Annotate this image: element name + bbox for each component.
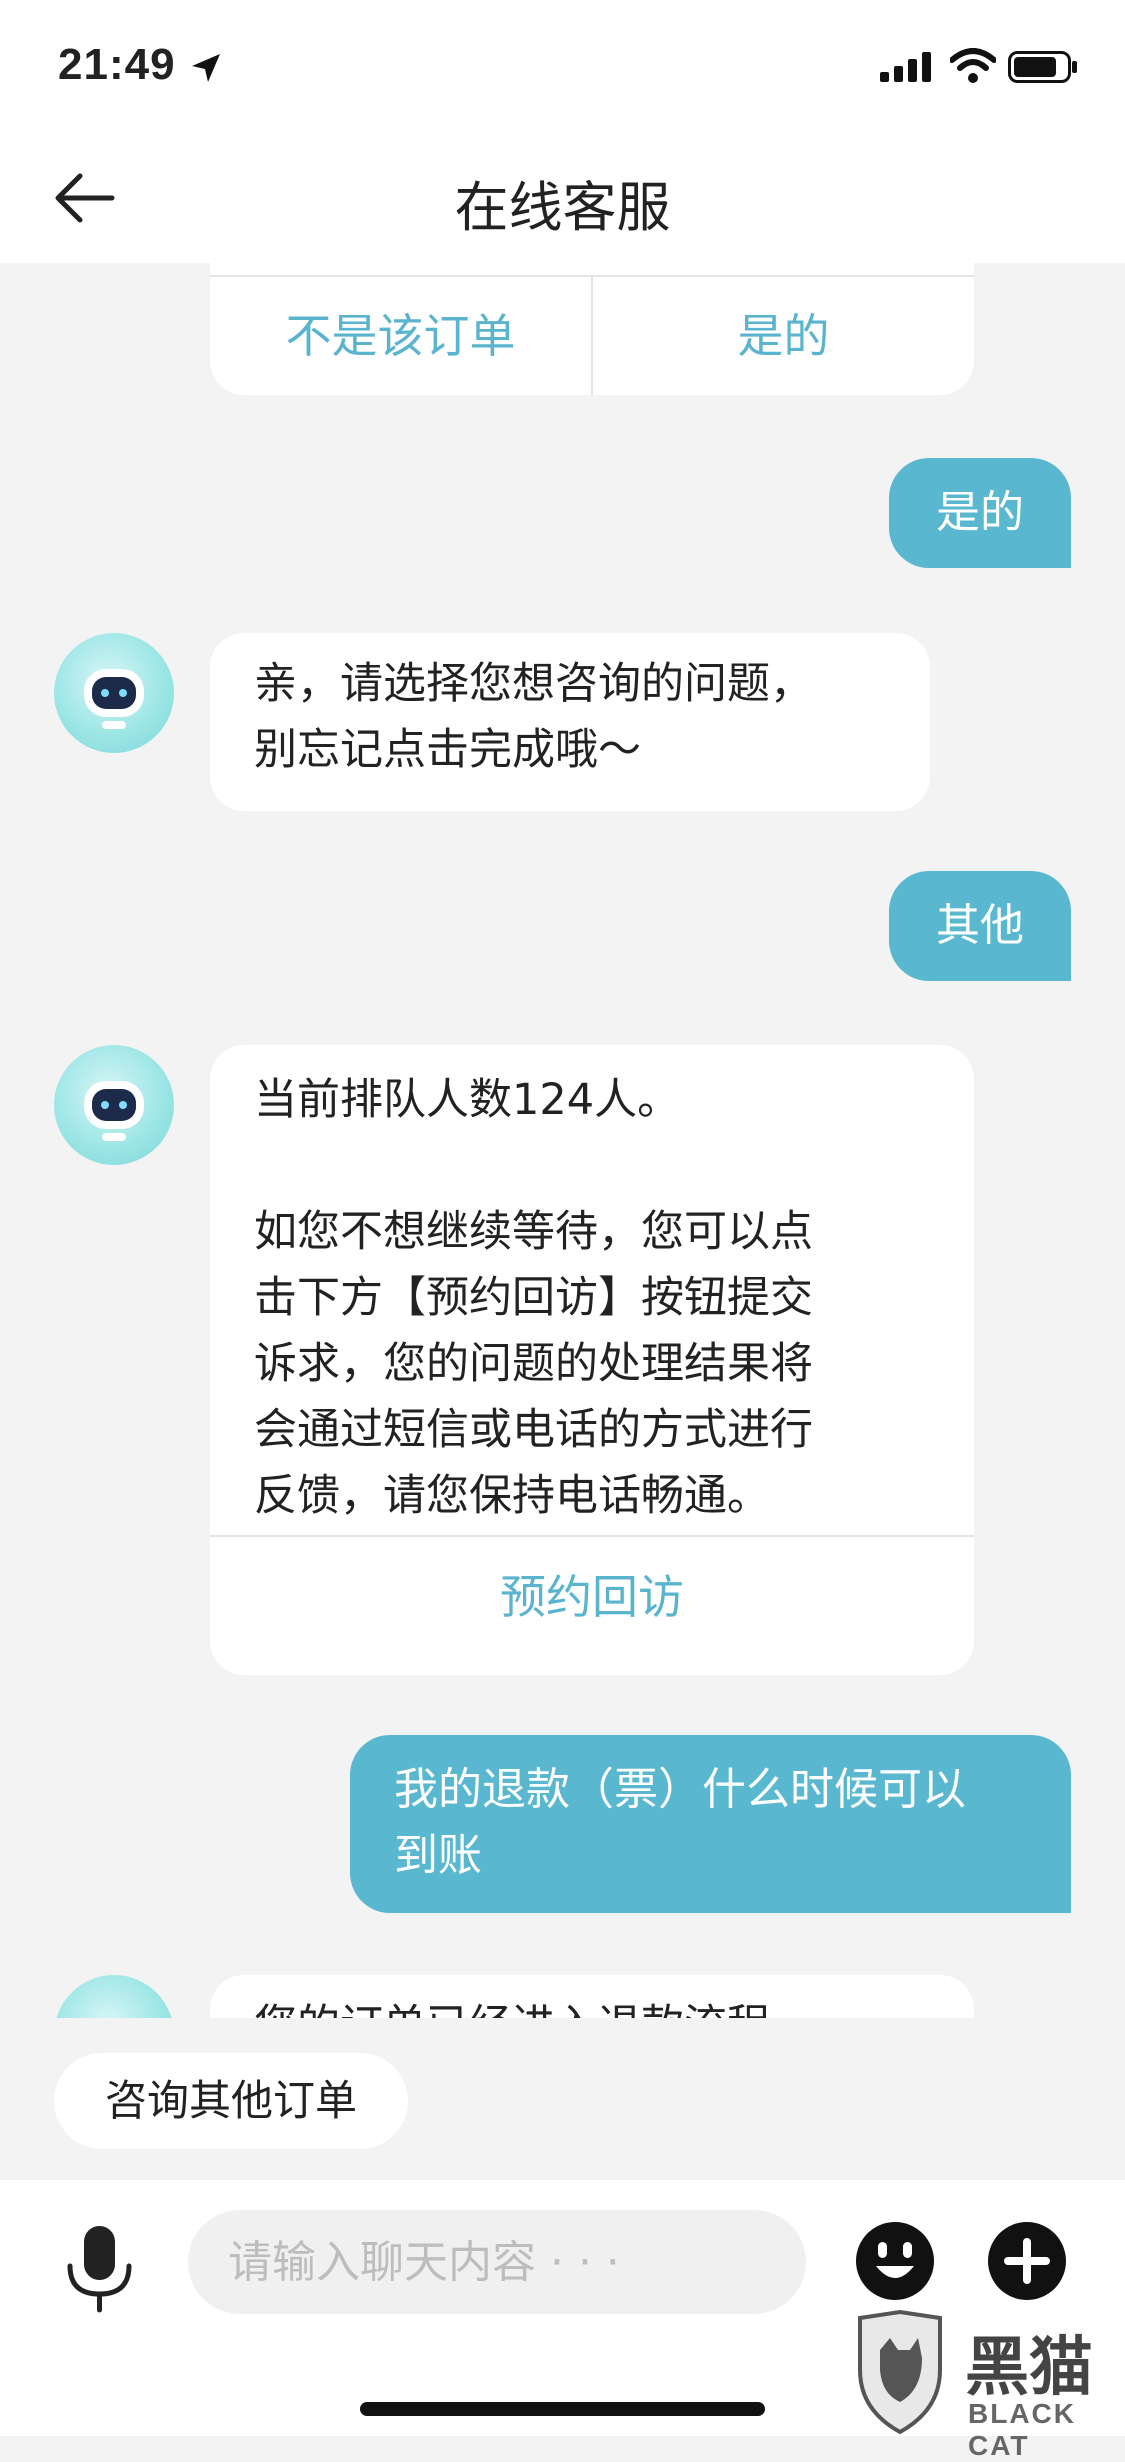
robot-face-icon [84, 669, 144, 729]
robot-avatar-icon [54, 1975, 174, 2018]
user-message: 我的退款（票）什么时候可以 到账 [350, 1735, 1071, 1913]
robot-avatar-icon [54, 633, 174, 753]
chat-input[interactable] [188, 2210, 806, 2314]
order-confirm-options: 不是该订单 是的 [210, 275, 974, 395]
watermark: 黑猫 BLACK CAT [850, 2309, 1125, 2461]
robot-avatar-icon [54, 1045, 174, 1165]
user-message-line: 到账 [394, 1830, 482, 1881]
robot-face-icon [84, 1081, 144, 1141]
bot-message-line: 击下方【预约回访】按钮提交 [254, 1273, 813, 1323]
user-message-text: 其他 [936, 900, 1024, 951]
bot-message-queue: 当前排队人数124人。 如您不想继续等待，您可以点 击下方【预约回访】按钮提交 … [210, 1045, 974, 1675]
not-this-order-button[interactable]: 不是该订单 [210, 277, 591, 395]
schedule-callback-button[interactable]: 预约回访 [210, 1537, 974, 1675]
bot-message: 您的订单已经进入退款流程 [210, 1975, 974, 2018]
battery-icon [1008, 51, 1077, 83]
bot-message-line: 诉求，您的问题的处理结果将 [254, 1339, 813, 1389]
consult-other-order-button[interactable]: 咨询其他订单 [54, 2053, 408, 2149]
location-arrow-icon [192, 54, 220, 82]
bot-message-line: 会通过短信或电话的方式进行 [254, 1405, 813, 1455]
microphone-icon[interactable] [62, 2224, 137, 2314]
signal-icon [880, 52, 931, 82]
user-message: 是的 [889, 458, 1071, 568]
page-title: 在线客服 [454, 176, 671, 239]
bot-message-line: 您的订单已经进入退款流程 [254, 1993, 974, 2018]
user-message-text: 是的 [936, 487, 1024, 538]
wifi-icon [950, 48, 996, 83]
user-message: 其他 [889, 871, 1071, 981]
watermark-sub: BLACK CAT [968, 2398, 1076, 2461]
bot-message-body: 当前排队人数124人。 如您不想继续等待，您可以点 击下方【预约回访】按钮提交 … [210, 1045, 974, 1535]
queue-count-text: 当前排队人数124人。 [254, 1075, 681, 1125]
plus-icon[interactable] [986, 2220, 1068, 2302]
bot-message-actions: 预约回访 [210, 1535, 974, 1675]
status-time: 21:49 [58, 40, 176, 89]
watermark-brand: 黑猫 [965, 2331, 1093, 2405]
bot-message-line: 反馈，请您保持电话畅通。 [254, 1471, 770, 1521]
bot-message-line: 别忘记点击完成哦～ [254, 725, 641, 775]
order-confirm-card: 不是该订单 是的 [210, 263, 974, 395]
cat-shield-logo-icon [858, 2309, 942, 2435]
yes-button[interactable]: 是的 [591, 277, 974, 395]
user-message-line: 我的退款（票）什么时候可以 [394, 1764, 966, 1815]
bot-message-line: 如您不想继续等待，您可以点 [254, 1207, 813, 1257]
chat-area[interactable]: 不是该订单 是的 是的 亲，请选择您想咨询的问题， 别忘记点击完成哦～ 其他 当… [0, 263, 1125, 2018]
bot-message: 亲，请选择您想咨询的问题， 别忘记点击完成哦～ [210, 633, 930, 811]
bot-message-line: 亲，请选择您想咨询的问题， [254, 659, 813, 709]
home-indicator [360, 2402, 765, 2416]
top-bar: 21:49 在线客服 [0, 0, 1125, 263]
emoji-icon[interactable] [854, 2220, 936, 2302]
